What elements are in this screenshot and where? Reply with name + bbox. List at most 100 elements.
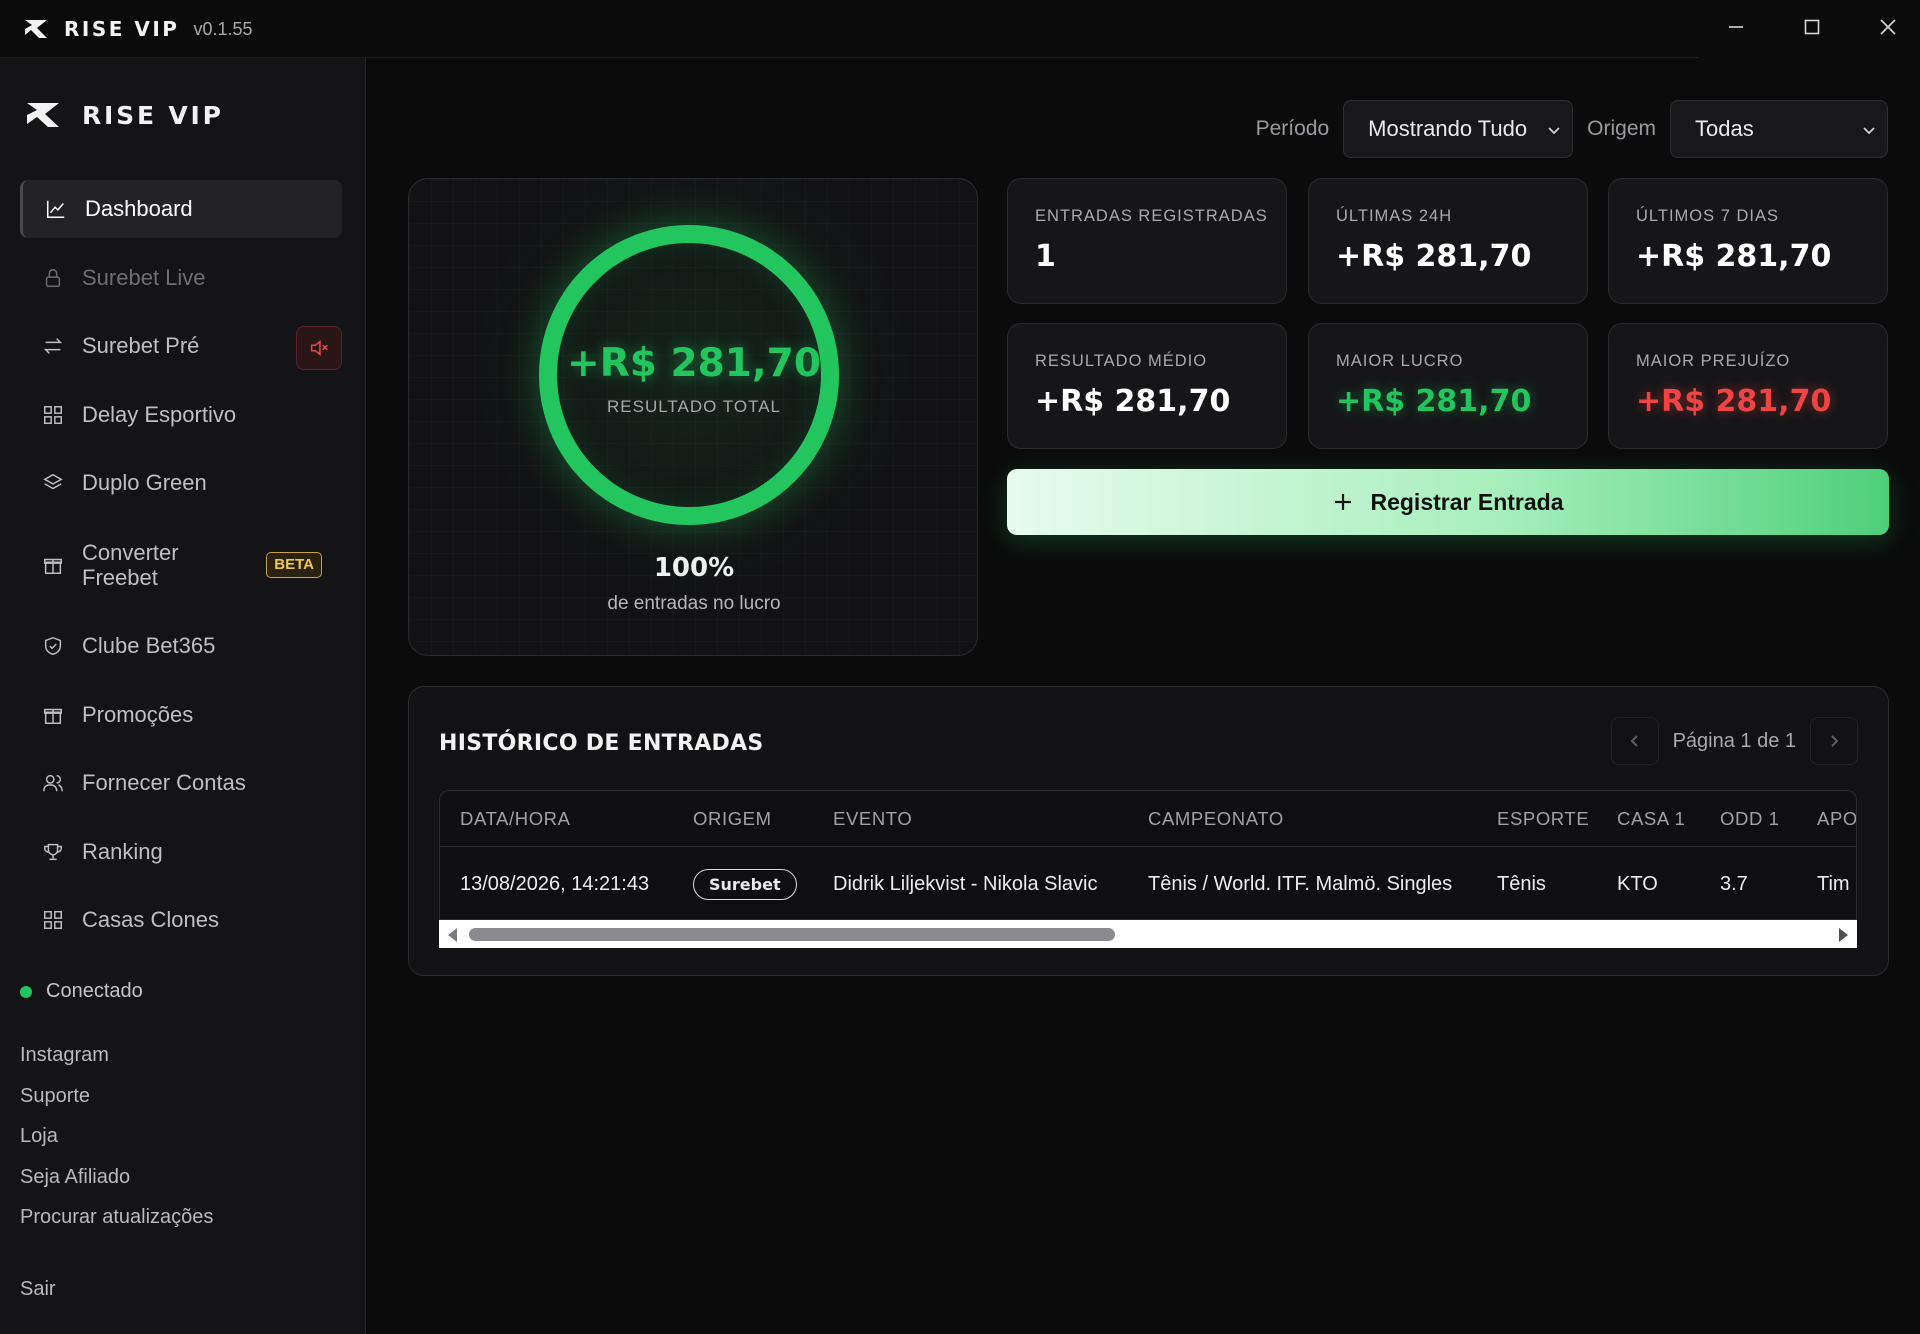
col-header-event[interactable]: EVENTO: [833, 808, 912, 830]
col-header-house1[interactable]: CASA 1: [1617, 808, 1685, 830]
close-button[interactable]: [1850, 0, 1920, 54]
stat-label: ÚLTIMOS 7 DIAS: [1636, 207, 1779, 225]
beta-badge: BETA: [266, 551, 322, 578]
chart-line-icon: [45, 198, 67, 220]
stat-card-ultimas-24h: ÚLTIMAS 24H +R$ 281,70: [1308, 178, 1588, 304]
col-header-championship[interactable]: CAMPEONATO: [1148, 808, 1284, 830]
sidebar-item-label: Converter Freebet: [82, 539, 179, 590]
stat-value: +R$ 281,70: [1336, 384, 1532, 419]
scroll-right-arrow-icon[interactable]: [1839, 928, 1848, 942]
logo-icon: [25, 20, 47, 38]
sidebar-item-ranking[interactable]: Ranking: [20, 823, 342, 881]
sidebar-item-converter-freebet[interactable]: Converter Freebet BETA: [20, 523, 342, 607]
stat-value: 1: [1035, 239, 1056, 274]
stat-label: MAIOR PREJUÍZO: [1636, 352, 1791, 370]
stat-label: MAIOR LUCRO: [1336, 352, 1464, 370]
stat-value: +R$ 281,70: [1336, 239, 1532, 274]
col-header-origin[interactable]: ORIGEM: [693, 808, 772, 830]
history-card: HISTÓRICO DE ENTRADAS Página 1 de 1 DATA…: [408, 686, 1889, 976]
stat-card-resultado-medio: RESULTADO MÉDIO +R$ 281,70: [1007, 323, 1287, 449]
horizontal-scrollbar[interactable]: [439, 920, 1857, 948]
stat-card-ultimos-7-dias: ÚLTIMOS 7 DIAS +R$ 281,70: [1608, 178, 1888, 304]
sidebar-item-duplo-green[interactable]: Duplo Green: [20, 454, 342, 512]
col-header-odd1[interactable]: ODD 1: [1720, 808, 1780, 830]
sidebar-item-label: Dashboard: [85, 196, 193, 221]
title-bar: RISE VIP v0.1.55: [0, 0, 1920, 58]
register-entry-label: Registrar Entrada: [1370, 488, 1564, 515]
sidebar-item-label: Clube Bet365: [82, 633, 216, 658]
logo-icon: [27, 103, 59, 127]
sidebar-item-casas-clones[interactable]: Casas Clones: [20, 891, 342, 949]
link-procurar-atualizacoes[interactable]: Procurar atualizações: [20, 1206, 213, 1247]
gift-icon: [42, 554, 64, 576]
sidebar-item-label: Duplo Green: [82, 470, 207, 495]
link-seja-afiliado[interactable]: Seja Afiliado: [20, 1166, 213, 1207]
sidebar-item-dashboard[interactable]: Dashboard: [20, 180, 342, 238]
history-table: DATA/HORA ORIGEM EVENTO CAMPEONATO ESPOR…: [439, 790, 1857, 920]
link-instagram[interactable]: Instagram: [20, 1044, 213, 1085]
sidebar-item-clube-bet365[interactable]: Clube Bet365: [20, 617, 342, 675]
sidebar-item-surebet-pre[interactable]: Surebet Pré: [20, 317, 342, 375]
speaker-muted-icon: [310, 339, 328, 357]
chevron-down-icon: [1548, 127, 1560, 135]
stat-value: +R$ 281,70: [1035, 384, 1231, 419]
link-loja[interactable]: Loja: [20, 1125, 213, 1166]
profit-percent: 100%: [653, 553, 735, 583]
sidebar-item-label: Surebet Live: [82, 264, 206, 290]
scroll-left-arrow-icon[interactable]: [448, 928, 457, 942]
layers-icon: [42, 472, 64, 494]
grid-icon: [42, 404, 64, 426]
sidebar-item-label: Surebet Pré: [82, 333, 200, 358]
next-page-button[interactable]: [1810, 717, 1858, 765]
sidebar-item-label: Promoções: [82, 701, 194, 727]
total-result-card: +R$ 281,70 RESULTADO TOTAL 100% de entra…: [408, 178, 978, 656]
lock-icon: [42, 267, 64, 289]
sidebar: RISE VIP Dashboard Surebet Live Surebet …: [0, 58, 366, 1334]
sidebar-item-delay-esportivo[interactable]: Delay Esportivo: [20, 386, 342, 444]
col-header-datetime[interactable]: DATA/HORA: [460, 808, 571, 830]
chevron-right-icon: [1831, 735, 1839, 747]
connection-status: Conectado: [20, 980, 143, 1003]
minimize-button[interactable]: [1698, 0, 1774, 54]
cell-datetime: 13/08/2026, 14:21:43: [460, 873, 650, 895]
sidebar-item-promocoes[interactable]: Promoções: [20, 686, 342, 744]
users-icon: [42, 772, 64, 794]
status-text: Conectado: [46, 980, 143, 1002]
cell-odd1: 3.7: [1720, 873, 1748, 895]
history-title: HISTÓRICO DE ENTRADAS: [439, 731, 764, 756]
main-content: Período Mostrando Tudo Origem Todas +R$ …: [366, 58, 1920, 1334]
shield-check-icon: [42, 635, 64, 657]
sidebar-nav: Dashboard Surebet Live Surebet Pré Delay…: [20, 180, 342, 960]
gift-icon: [42, 704, 64, 726]
stat-card-maior-lucro: MAIOR LUCRO +R$ 281,70: [1308, 323, 1588, 449]
prev-page-button[interactable]: [1610, 717, 1659, 765]
scrollbar-thumb[interactable]: [469, 928, 1115, 941]
sidebar-item-surebet-live[interactable]: Surebet Live: [20, 249, 342, 307]
period-select[interactable]: Mostrando Tudo: [1343, 100, 1574, 158]
close-icon: [1880, 19, 1896, 35]
col-header-sport[interactable]: ESPORTE: [1497, 808, 1589, 830]
maximize-button[interactable]: [1774, 0, 1850, 54]
origin-badge: Surebet: [693, 869, 797, 900]
table-header: DATA/HORA ORIGEM EVENTO CAMPEONATO ESPOR…: [440, 791, 1856, 847]
origin-value: Todas: [1695, 116, 1754, 141]
app-version: v0.1.55: [193, 18, 253, 39]
maximize-icon: [1804, 19, 1820, 35]
stat-label: ENTRADAS REGISTRADAS: [1035, 207, 1268, 225]
cell-apo: Tim: [1817, 873, 1850, 895]
mute-toggle-button[interactable]: [296, 326, 342, 370]
cell-house1: KTO: [1617, 873, 1658, 895]
grid-icon: [42, 909, 64, 931]
register-entry-button[interactable]: Registrar Entrada: [1007, 469, 1889, 535]
sidebar-item-label: Ranking: [82, 838, 163, 864]
logout-link[interactable]: Sair: [20, 1278, 56, 1301]
total-result-value: +R$ 281,70: [567, 341, 821, 386]
cell-event: Didrik Liljekvist - Nikola Slavic: [833, 873, 1098, 895]
link-suporte[interactable]: Suporte: [20, 1085, 213, 1126]
minimize-icon: [1729, 26, 1743, 28]
table-row[interactable]: 13/08/2026, 14:21:43 Surebet Didrik Lilj…: [440, 848, 1856, 919]
col-header-apo[interactable]: APO: [1817, 808, 1856, 830]
origin-select[interactable]: Todas: [1670, 100, 1888, 158]
stat-card-entradas: ENTRADAS REGISTRADAS 1: [1007, 178, 1287, 304]
sidebar-item-fornecer-contas[interactable]: Fornecer Contas: [20, 754, 342, 812]
